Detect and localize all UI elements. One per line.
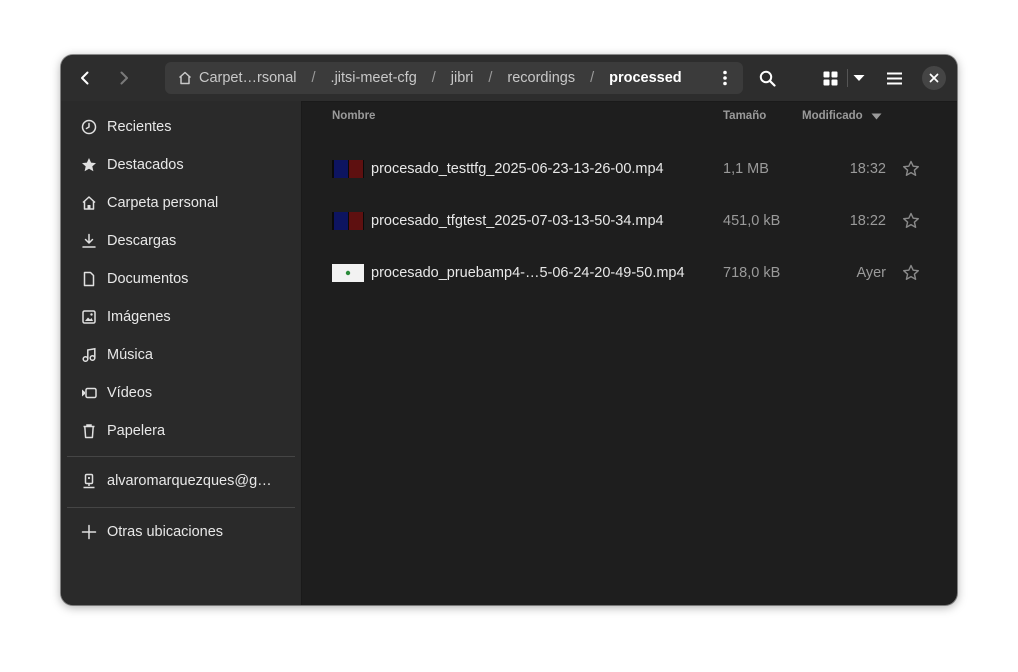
home-icon: [79, 193, 99, 213]
crumb-recordings[interactable]: recordings: [503, 70, 579, 86]
view-options-dropdown[interactable]: [843, 62, 875, 94]
vertical-dots-icon: [723, 70, 727, 86]
document-icon: [79, 269, 99, 289]
triangle-down-icon: [853, 75, 865, 81]
trash-icon: [79, 421, 99, 441]
sidebar-item-label: Destacados: [107, 157, 184, 173]
sidebar-item-papelera[interactable]: Papelera: [61, 414, 301, 448]
sidebar-item-descargas[interactable]: Descargas: [61, 224, 301, 258]
sidebar-item-carpeta-personal[interactable]: Carpeta personal: [61, 186, 301, 220]
file-modified: Ayer: [856, 265, 886, 281]
crumb-jibri[interactable]: jibri: [447, 70, 478, 86]
home-icon: [178, 71, 192, 85]
file-row[interactable]: procesado_tfgtest_2025-07-03-13-50-34.mp…: [301, 196, 957, 248]
sidebar-item-label: Otras ubicaciones: [107, 524, 224, 540]
sidebar-item-label: Descargas: [107, 233, 177, 249]
sidebar-separator: [67, 507, 295, 508]
sidebar-item-otras-ubicaciones[interactable]: Otras ubicaciones: [61, 515, 301, 549]
close-button[interactable]: [922, 66, 946, 90]
sidebar-item-videos[interactable]: Vídeos: [61, 376, 301, 410]
star-outline-icon[interactable]: [902, 212, 920, 230]
video-thumbnail-icon: [332, 160, 364, 178]
clock-icon: [79, 117, 99, 137]
back-button[interactable]: [69, 62, 101, 94]
file-row[interactable]: procesado_pruebamp4-…5-06-24-20-49-50.mp…: [301, 248, 957, 300]
file-modified: 18:22: [849, 213, 886, 229]
plus-icon: [79, 522, 99, 542]
sidebar-item-network-account[interactable]: alvaromarquezques@g…: [61, 464, 301, 498]
file-row[interactable]: procesado_testtfg_2025-06-23-13-26-00.mp…: [301, 144, 957, 196]
column-header-size[interactable]: Tamaño: [723, 110, 766, 122]
crumb-separator: /: [590, 70, 595, 86]
pathbar: Carpet…rsonal / .jitsi-meet-cfg / jibri …: [165, 62, 743, 94]
search-button[interactable]: [751, 62, 783, 94]
file-manager-window: Carpet…rsonal / .jitsi-meet-cfg / jibri …: [61, 55, 957, 605]
sidebar-item-label: alvaromarquezques@g…: [107, 473, 272, 489]
sidebar-item-label: Carpeta personal: [107, 195, 219, 211]
video-icon: [79, 383, 99, 403]
star-outline-icon[interactable]: [902, 264, 920, 282]
crumb-label: Carpet…rsonal: [199, 70, 297, 86]
file-size: 718,0 kB: [723, 265, 781, 281]
sidebar-item-recientes[interactable]: Recientes: [61, 110, 301, 144]
video-thumbnail-icon: [332, 264, 364, 282]
forward-button[interactable]: [108, 62, 140, 94]
file-modified: 18:32: [849, 161, 886, 177]
sidebar-item-label: Recientes: [107, 119, 172, 135]
image-icon: [79, 307, 99, 327]
sidebar-item-destacados[interactable]: Destacados: [61, 148, 301, 182]
chevron-right-icon: [120, 71, 128, 85]
sidebar-item-label: Documentos: [107, 271, 189, 287]
column-header-modified[interactable]: Modificado: [802, 110, 882, 122]
chevron-left-icon: [81, 71, 89, 85]
path-menu-button[interactable]: [715, 68, 735, 88]
sidebar-item-musica[interactable]: Música: [61, 338, 301, 372]
download-icon: [79, 231, 99, 251]
star-icon: [79, 155, 99, 175]
crumb-jitsi-meet-cfg[interactable]: .jitsi-meet-cfg: [327, 70, 421, 86]
network-drive-icon: [79, 471, 99, 491]
crumb-separator: /: [311, 70, 316, 86]
sidebar: Recientes Destacados Carpeta personal De…: [61, 101, 302, 605]
sidebar-separator: [67, 456, 295, 457]
search-icon: [759, 70, 776, 87]
crumb-separator: /: [488, 70, 493, 86]
grid-view-icon: [823, 71, 837, 85]
sidebar-item-label: Imágenes: [107, 309, 171, 325]
sidebar-item-label: Papelera: [107, 423, 166, 439]
star-outline-icon[interactable]: [902, 160, 920, 178]
video-thumbnail-icon: [332, 212, 364, 230]
hamburger-menu-icon: [886, 72, 902, 84]
sidebar-item-documentos[interactable]: Documentos: [61, 262, 301, 296]
sidebar-item-label: Vídeos: [107, 385, 153, 401]
sidebar-item-label: Música: [107, 347, 153, 363]
music-icon: [79, 345, 99, 365]
file-size: 1,1 MB: [723, 161, 769, 177]
view-grid-button[interactable]: [814, 62, 846, 94]
crumb-processed[interactable]: processed: [605, 70, 686, 86]
column-header-label: Modificado: [802, 110, 863, 122]
file-name: procesado_tfgtest_2025-07-03-13-50-34.mp…: [371, 213, 664, 229]
crumb-separator: /: [431, 70, 436, 86]
column-header-name[interactable]: Nombre: [332, 110, 375, 122]
file-size: 451,0 kB: [723, 213, 781, 229]
file-name: procesado_testtfg_2025-06-23-13-26-00.mp…: [371, 161, 664, 177]
crumb-home[interactable]: Carpet…rsonal: [165, 70, 301, 86]
sort-descending-icon: [871, 113, 882, 119]
main-menu-button[interactable]: [878, 62, 910, 94]
sidebar-item-imagenes[interactable]: Imágenes: [61, 300, 301, 334]
headerbar: Carpet…rsonal / .jitsi-meet-cfg / jibri …: [61, 55, 957, 102]
close-icon: [929, 73, 939, 83]
file-name: procesado_pruebamp4-…5-06-24-20-49-50.mp…: [371, 265, 685, 281]
